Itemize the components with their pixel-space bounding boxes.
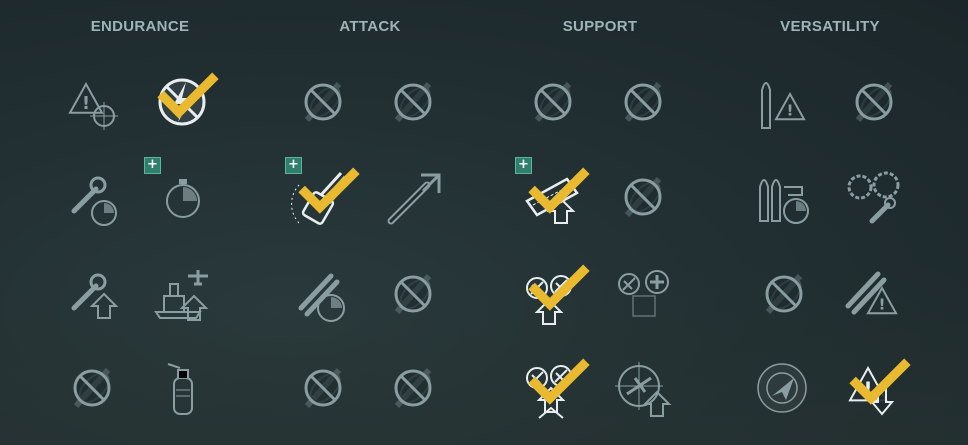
skill-endurance-r3-s2[interactable] xyxy=(150,262,214,326)
skill-endurance-r1-s2[interactable] xyxy=(150,70,219,134)
locked-icon xyxy=(855,82,893,122)
skill-endurance-r4-s2[interactable] xyxy=(150,356,214,420)
skill-support-r1-s1[interactable] xyxy=(521,70,585,134)
wrench-timer-icon xyxy=(71,176,117,226)
shells-timer-icon xyxy=(759,179,809,224)
skill-versatility-r4-s1[interactable] xyxy=(752,356,816,420)
wrench-up-icon xyxy=(71,273,119,319)
skill-endurance-r2-s1[interactable] xyxy=(60,165,124,229)
skill-support-r2-s1[interactable]: + xyxy=(515,157,590,229)
skill-support-r3-s2[interactable] xyxy=(611,262,675,326)
column-title-support: SUPPORT xyxy=(562,18,638,35)
checkmark-icon xyxy=(157,72,219,119)
plus-badge-icon: + xyxy=(144,157,161,174)
background-fog xyxy=(0,265,968,445)
locked-icon xyxy=(304,82,342,122)
locked-icon xyxy=(394,274,432,314)
locked-icon xyxy=(624,82,662,122)
skill-versatility-r1-s2[interactable] xyxy=(842,70,906,134)
shell-warning-icon: ! xyxy=(761,82,806,129)
skill-attack-r3-s2[interactable] xyxy=(381,262,445,326)
locked-icon xyxy=(534,82,572,122)
skill-attack-r4-s2[interactable] xyxy=(381,356,445,420)
radar-icon xyxy=(757,363,807,413)
checkmark-icon xyxy=(298,167,360,214)
skill-support-r4-s2[interactable] xyxy=(611,356,675,420)
checkmark-icon xyxy=(528,358,590,405)
column-title-endurance: ENDURANCE xyxy=(90,18,190,35)
skill-versatility-r2-s2[interactable] xyxy=(842,165,906,229)
skill-endurance-r2-s2[interactable]: + xyxy=(144,157,214,229)
svg-text:!: ! xyxy=(82,94,90,114)
skill-attack-r2-s1[interactable]: + xyxy=(285,157,360,229)
skill-support-r2-s2[interactable] xyxy=(611,165,675,229)
locked-icon xyxy=(765,274,803,314)
locked-icon xyxy=(73,368,111,408)
checkmark-icon xyxy=(849,358,911,405)
column-title-versatility: VERSATILITY xyxy=(780,18,880,35)
locked-icon xyxy=(304,368,342,408)
extinguisher-icon xyxy=(167,363,193,415)
torpedo-timer-icon xyxy=(298,273,345,322)
gears-wrench-icon xyxy=(847,171,900,224)
skill-support-r1-s2[interactable] xyxy=(611,70,675,134)
locked-icon xyxy=(394,368,432,408)
skill-versatility-r3-s2[interactable]: ! xyxy=(842,262,906,326)
checkmark-icon xyxy=(528,167,590,214)
skill-versatility-r2-s1[interactable] xyxy=(752,165,816,229)
skill-support-r3-s1[interactable] xyxy=(521,262,590,326)
svg-text:!: ! xyxy=(786,102,793,120)
skill-attack-r3-s1[interactable] xyxy=(291,262,355,326)
skill-attack-r4-s1[interactable] xyxy=(291,356,355,420)
torpedo-arrow-icon xyxy=(387,173,441,225)
skill-endurance-r3-s1[interactable] xyxy=(60,262,124,326)
skill-endurance-r1-s1[interactable]: ! xyxy=(60,70,124,134)
locked-icon xyxy=(624,177,662,217)
torpedo-warning-icon: ! xyxy=(845,271,898,315)
aa-plus-icon xyxy=(618,270,669,317)
checkmark-icon xyxy=(528,264,590,311)
skill-versatility-r3-s1[interactable] xyxy=(752,262,816,326)
skill-versatility-r4-s2[interactable]: ! xyxy=(842,356,911,420)
locked-icon xyxy=(394,82,432,122)
column-title-attack: ATTACK xyxy=(339,18,401,35)
skill-attack-r2-s2[interactable] xyxy=(381,165,445,229)
crosshair-plane-up-icon xyxy=(615,362,672,417)
skill-versatility-r1-s1[interactable]: ! xyxy=(752,70,816,134)
warning-target-icon: ! xyxy=(68,81,118,130)
ship-aircraft-up-icon xyxy=(154,270,209,321)
svg-text:!: ! xyxy=(878,296,885,314)
skill-support-r4-s1[interactable] xyxy=(521,356,590,420)
skill-endurance-r4-s1[interactable] xyxy=(60,356,124,420)
stopwatch-icon xyxy=(166,179,200,218)
skill-attack-r1-s1[interactable] xyxy=(291,70,355,134)
skill-attack-r1-s2[interactable] xyxy=(381,70,445,134)
